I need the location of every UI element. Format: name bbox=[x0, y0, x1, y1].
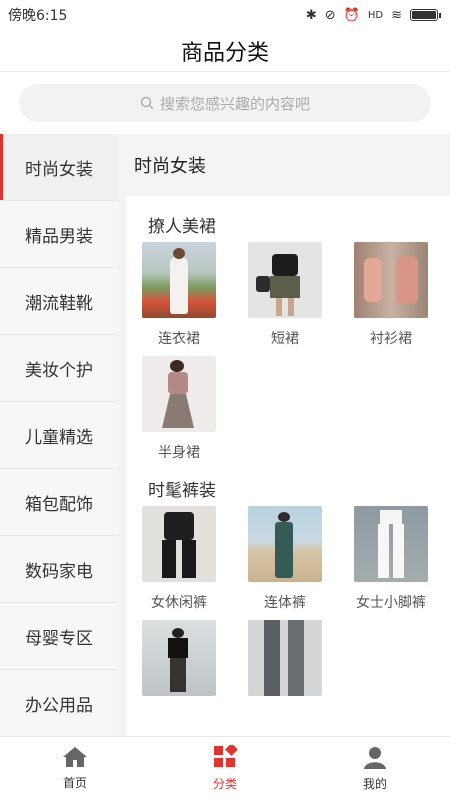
content-body: 撩人美裙 连衣裙 短裙 衬衫裙 半身裙 时髦裤装 女休闲裤 连体裤 女士小脚裤 bbox=[126, 196, 450, 736]
sidebar-item-label: 潮流鞋靴 bbox=[25, 293, 93, 314]
product-grid: 连衣裙 短裙 衬衫裙 半身裙 bbox=[126, 242, 450, 470]
product-item[interactable]: 女休闲裤 bbox=[126, 506, 232, 612]
product-label: 连衣裙 bbox=[158, 331, 200, 347]
product-image bbox=[354, 242, 428, 318]
group-title: 撩人美裙 bbox=[148, 216, 216, 237]
product-image bbox=[142, 356, 216, 432]
sidebar-item-label: 箱包配饰 bbox=[25, 494, 93, 515]
search-input[interactable]: 搜索您感兴趣的内容吧 bbox=[19, 84, 431, 122]
product-image bbox=[248, 506, 322, 582]
status-time: 傍晚6:15 bbox=[8, 8, 68, 24]
home-icon bbox=[63, 747, 87, 767]
search-placeholder: 搜索您感兴趣的内容吧 bbox=[159, 94, 310, 113]
sidebar-item-beauty[interactable]: 美妆个护 bbox=[0, 335, 118, 402]
tab-label: 首页 bbox=[62, 776, 87, 790]
product-image bbox=[142, 620, 216, 696]
content-title: 时尚女装 bbox=[134, 156, 206, 177]
sidebar-item-kids[interactable]: 儿童精选 bbox=[0, 402, 118, 469]
product-item[interactable]: 半身裙 bbox=[126, 356, 232, 462]
category-sidebar: 时尚女装 精品男装 潮流鞋靴 美妆个护 儿童精选 箱包配饰 数码家电 母婴专区 … bbox=[0, 134, 118, 736]
wifi-icon: ≋ bbox=[391, 7, 402, 23]
product-label: 女士小脚裤 bbox=[356, 595, 426, 611]
sidebar-item-bags[interactable]: 箱包配饰 bbox=[0, 469, 118, 536]
sidebar-item-label: 儿童精选 bbox=[25, 427, 93, 448]
sidebar-item-office[interactable]: 办公用品 bbox=[0, 670, 118, 736]
product-item[interactable]: 衬衫裙 bbox=[338, 242, 444, 348]
sidebar-item-baby[interactable]: 母婴专区 bbox=[0, 603, 118, 670]
profile-icon bbox=[364, 747, 386, 769]
alarm-icon: ⏰ bbox=[343, 7, 360, 23]
sidebar-item-shoes[interactable]: 潮流鞋靴 bbox=[0, 268, 118, 335]
product-item[interactable] bbox=[126, 620, 232, 726]
bluetooth-icon: ✱ bbox=[305, 7, 317, 23]
product-label: 女休闲裤 bbox=[151, 595, 207, 611]
sidebar-item-label: 数码家电 bbox=[25, 561, 93, 582]
search-bar: 搜索您感兴趣的内容吧 bbox=[0, 72, 450, 134]
sidebar-item-label: 母婴专区 bbox=[25, 628, 93, 649]
product-item[interactable]: 连衣裙 bbox=[126, 242, 232, 348]
status-icons: ✱ ⊘ ⏰ HD ≋ bbox=[305, 7, 441, 23]
page-title: 商品分类 bbox=[180, 40, 269, 66]
sidebar-item-electronics[interactable]: 数码家电 bbox=[0, 536, 118, 603]
product-item[interactable] bbox=[232, 620, 338, 726]
signal-icon: HD bbox=[367, 9, 384, 21]
sidebar-item-men[interactable]: 精品男装 bbox=[0, 201, 118, 268]
tab-category[interactable]: 分类 bbox=[150, 745, 300, 792]
sidebar-item-label: 精品男装 bbox=[25, 226, 93, 247]
category-icon bbox=[214, 745, 237, 767]
product-label: 连体裤 bbox=[264, 595, 306, 611]
product-label: 短裙 bbox=[271, 331, 299, 347]
page-title-bar: 商品分类 bbox=[0, 30, 450, 72]
status-bar: 傍晚6:15 ✱ ⊘ ⏰ HD ≋ bbox=[0, 0, 450, 30]
product-item[interactable]: 连体裤 bbox=[232, 506, 338, 612]
product-item[interactable]: 短裙 bbox=[232, 242, 338, 348]
tab-label: 我的 bbox=[362, 777, 387, 791]
search-icon bbox=[140, 96, 154, 110]
bottom-tab-bar: 首页 分类 我的 bbox=[0, 736, 450, 800]
product-label: 半身裙 bbox=[158, 445, 200, 461]
sidebar-item-label: 美妆个护 bbox=[25, 360, 93, 381]
product-image bbox=[248, 620, 322, 696]
group-title: 时髦裤装 bbox=[148, 480, 216, 501]
product-item[interactable]: 女士小脚裤 bbox=[338, 506, 444, 612]
tab-profile[interactable]: 我的 bbox=[300, 745, 450, 792]
product-grid: 女休闲裤 连体裤 女士小脚裤 bbox=[126, 506, 450, 734]
product-image bbox=[354, 506, 428, 582]
product-image bbox=[142, 242, 216, 318]
tab-label: 分类 bbox=[212, 777, 237, 791]
sidebar-item-label: 时尚女装 bbox=[25, 159, 93, 180]
product-image bbox=[248, 242, 322, 318]
tab-home[interactable]: 首页 bbox=[0, 746, 150, 791]
product-label: 衬衫裙 bbox=[370, 331, 412, 347]
category-content: 时尚女装 撩人美裙 连衣裙 短裙 衬衫裙 半身裙 时髦裤装 女休闲裤 连体裤 女… bbox=[118, 134, 450, 736]
mute-icon: ⊘ bbox=[324, 7, 336, 23]
product-image bbox=[142, 506, 216, 582]
sidebar-item-women[interactable]: 时尚女装 bbox=[0, 134, 118, 201]
battery-icon bbox=[410, 9, 441, 21]
sidebar-item-label: 办公用品 bbox=[25, 695, 93, 716]
